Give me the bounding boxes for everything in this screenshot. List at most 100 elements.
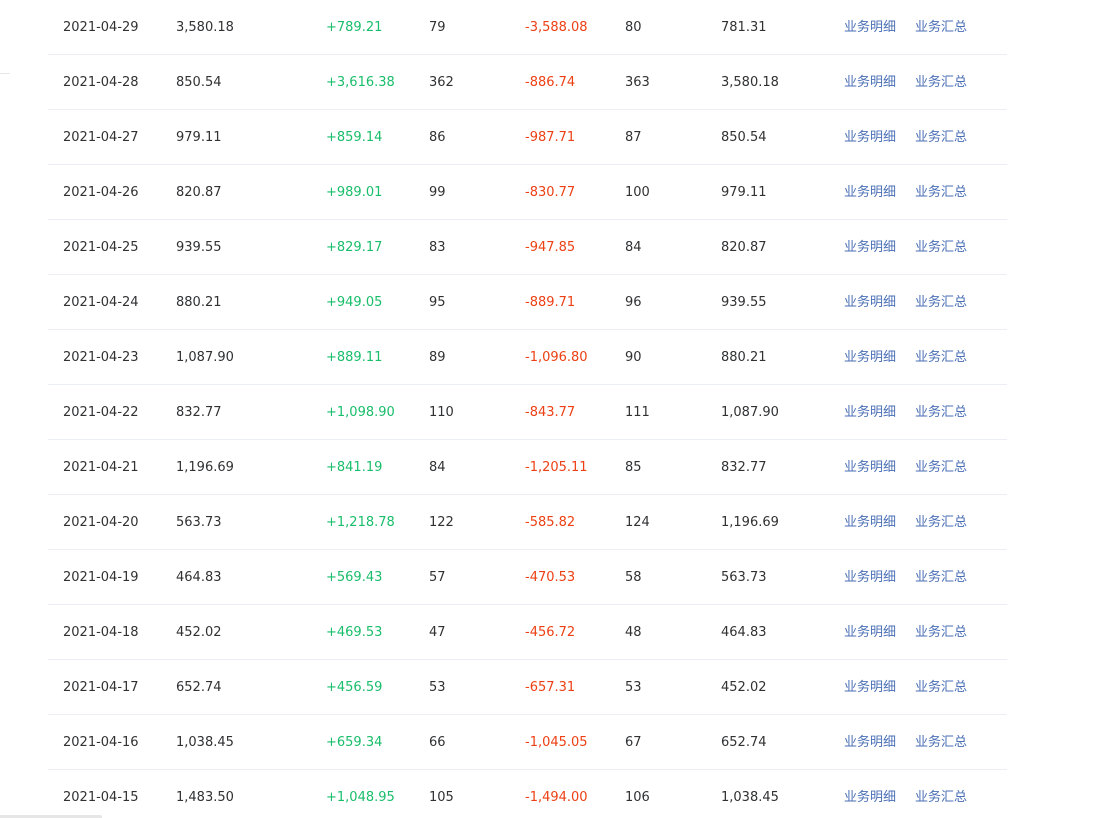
business-detail-link[interactable]: 业务明细 <box>844 275 896 330</box>
table-row: 2021-04-20 563.73 +1,218.78 122 -585.82 124 1,… <box>48 495 1007 550</box>
end-balance-cell: 1,038.45 <box>721 790 779 805</box>
business-detail-link[interactable]: 业务明细 <box>844 605 896 660</box>
business-summary-link[interactable]: 业务汇总 <box>915 550 967 605</box>
start-balance-cell: 1,038.45 <box>176 735 234 750</box>
table-row: 2021-04-23 1,087.90 +889.11 89 -1,096.80 90 88… <box>48 330 1007 385</box>
end-balance-cell: 832.77 <box>721 460 767 475</box>
end-balance-cell: 979.11 <box>721 185 767 200</box>
business-detail-link[interactable]: 业务明细 <box>844 660 896 715</box>
date-cell: 2021-04-22 <box>63 405 139 420</box>
business-summary-link[interactable]: 业务汇总 <box>915 715 967 770</box>
table-row: 2021-04-24 880.21 +949.05 95 -889.71 96 939.55… <box>48 275 1007 330</box>
date-cell: 2021-04-20 <box>63 515 139 530</box>
end-balance-cell: 1,196.69 <box>721 515 779 530</box>
expense-count-cell: 67 <box>625 735 642 750</box>
income-amount-cell: +989.01 <box>326 185 383 200</box>
business-summary-link[interactable]: 业务汇总 <box>915 55 967 110</box>
business-summary-link[interactable]: 业务汇总 <box>915 275 967 330</box>
table-row: 2021-04-29 3,580.18 +789.21 79 -3,588.08 80 78… <box>48 0 1007 55</box>
business-detail-link[interactable]: 业务明细 <box>844 715 896 770</box>
income-amount-cell: +1,098.90 <box>326 405 395 420</box>
end-balance-cell: 939.55 <box>721 295 767 310</box>
end-balance-cell: 880.21 <box>721 350 767 365</box>
expense-count-cell: 96 <box>625 295 642 310</box>
start-balance-cell: 850.54 <box>176 75 222 90</box>
start-balance-cell: 563.73 <box>176 515 222 530</box>
income-amount-cell: +949.05 <box>326 295 383 310</box>
business-detail-link[interactable]: 业务明细 <box>844 165 896 220</box>
income-count-cell: 122 <box>429 515 454 530</box>
table-row: 2021-04-19 464.83 +569.43 57 -470.53 58 563.73… <box>48 550 1007 605</box>
start-balance-cell: 652.74 <box>176 680 222 695</box>
end-balance-cell: 3,580.18 <box>721 75 779 90</box>
table-row: 2021-04-22 832.77 +1,098.90 110 -843.77 111 1,… <box>48 385 1007 440</box>
business-summary-link[interactable]: 业务汇总 <box>915 440 967 495</box>
end-balance-cell: 850.54 <box>721 130 767 145</box>
income-count-cell: 57 <box>429 570 446 585</box>
business-detail-link[interactable]: 业务明细 <box>844 55 896 110</box>
income-amount-cell: +659.34 <box>326 735 383 750</box>
income-amount-cell: +789.21 <box>326 20 383 35</box>
business-detail-link[interactable]: 业务明细 <box>844 110 896 165</box>
end-balance-cell: 563.73 <box>721 570 767 585</box>
business-summary-link[interactable]: 业务汇总 <box>915 330 967 385</box>
date-cell: 2021-04-28 <box>63 75 139 90</box>
date-cell: 2021-04-18 <box>63 625 139 640</box>
income-count-cell: 66 <box>429 735 446 750</box>
business-summary-link[interactable]: 业务汇总 <box>915 385 967 440</box>
income-count-cell: 79 <box>429 20 446 35</box>
start-balance-cell: 880.21 <box>176 295 222 310</box>
start-balance-cell: 452.02 <box>176 625 222 640</box>
business-summary-link[interactable]: 业务汇总 <box>915 165 967 220</box>
business-summary-link[interactable]: 业务汇总 <box>915 660 967 715</box>
table-row: 2021-04-15 1,483.50 +1,048.95 105 -1,494.00 1… <box>48 770 1007 818</box>
expense-amount-cell: -657.31 <box>525 680 576 695</box>
start-balance-cell: 1,483.50 <box>176 790 234 805</box>
date-cell: 2021-04-17 <box>63 680 139 695</box>
business-summary-link[interactable]: 业务汇总 <box>915 770 967 818</box>
business-summary-link[interactable]: 业务汇总 <box>915 605 967 660</box>
table-row: 2021-04-18 452.02 +469.53 47 -456.72 48 464.83… <box>48 605 1007 660</box>
expense-count-cell: 87 <box>625 130 642 145</box>
expense-amount-cell: -1,205.11 <box>525 460 588 475</box>
date-cell: 2021-04-25 <box>63 240 139 255</box>
expense-amount-cell: -470.53 <box>525 570 576 585</box>
expense-amount-cell: -889.71 <box>525 295 576 310</box>
income-count-cell: 53 <box>429 680 446 695</box>
income-count-cell: 110 <box>429 405 454 420</box>
start-balance-cell: 979.11 <box>176 130 222 145</box>
business-summary-link[interactable]: 业务汇总 <box>915 0 967 55</box>
income-count-cell: 105 <box>429 790 454 805</box>
expense-amount-cell: -1,045.05 <box>525 735 588 750</box>
table-row: 2021-04-17 652.74 +456.59 53 -657.31 53 452.02… <box>48 660 1007 715</box>
income-amount-cell: +456.59 <box>326 680 383 695</box>
end-balance-cell: 464.83 <box>721 625 767 640</box>
income-amount-cell: +841.19 <box>326 460 383 475</box>
expense-count-cell: 111 <box>625 405 650 420</box>
end-balance-cell: 652.74 <box>721 735 767 750</box>
table-row: 2021-04-28 850.54 +3,616.38 362 -886.74 363 3,… <box>48 55 1007 110</box>
income-count-cell: 86 <box>429 130 446 145</box>
start-balance-cell: 820.87 <box>176 185 222 200</box>
expense-count-cell: 53 <box>625 680 642 695</box>
business-summary-link[interactable]: 业务汇总 <box>915 495 967 550</box>
income-amount-cell: +1,048.95 <box>326 790 395 805</box>
business-summary-link[interactable]: 业务汇总 <box>915 220 967 275</box>
business-detail-link[interactable]: 业务明细 <box>844 330 896 385</box>
date-cell: 2021-04-16 <box>63 735 139 750</box>
business-detail-link[interactable]: 业务明细 <box>844 550 896 605</box>
business-detail-link[interactable]: 业务明细 <box>844 440 896 495</box>
income-count-cell: 95 <box>429 295 446 310</box>
daily-balance-table: 2021-04-29 3,580.18 +789.21 79 -3,588.08 80 78… <box>48 0 1007 818</box>
business-detail-link[interactable]: 业务明细 <box>844 220 896 275</box>
business-detail-link[interactable]: 业务明细 <box>844 770 896 818</box>
business-detail-link[interactable]: 业务明细 <box>844 0 896 55</box>
business-summary-link[interactable]: 业务汇总 <box>915 110 967 165</box>
expense-amount-cell: -456.72 <box>525 625 576 640</box>
date-cell: 2021-04-27 <box>63 130 139 145</box>
business-detail-link[interactable]: 业务明细 <box>844 385 896 440</box>
income-count-cell: 47 <box>429 625 446 640</box>
start-balance-cell: 1,196.69 <box>176 460 234 475</box>
start-balance-cell: 832.77 <box>176 405 222 420</box>
business-detail-link[interactable]: 业务明细 <box>844 495 896 550</box>
